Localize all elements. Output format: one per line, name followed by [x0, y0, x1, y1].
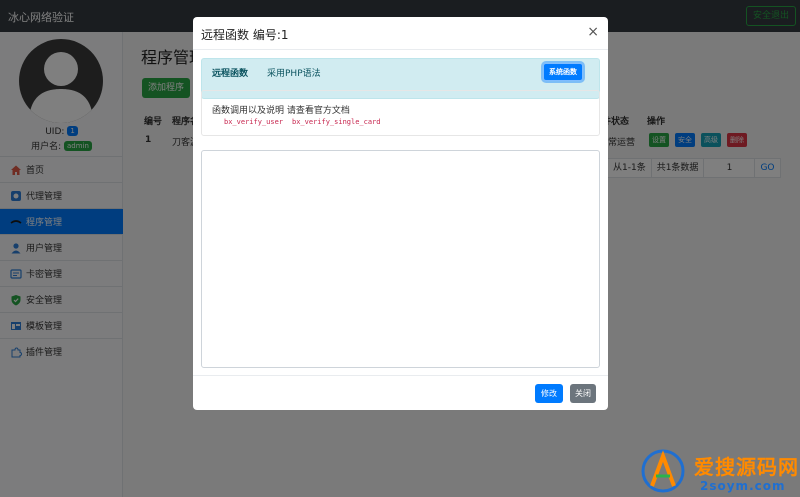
watermark-subtitle: 2soym.com: [700, 479, 786, 493]
code-textarea[interactable]: [201, 150, 600, 368]
edit-button[interactable]: 修改: [535, 384, 563, 403]
system-functions-button[interactable]: 系统函数: [543, 63, 583, 81]
function-code: bx_verify_single_card: [292, 118, 381, 126]
remote-function-modal: 远程函数 编号:1 × 远程函数 采用PHP语法 系统函数 函数调用以及说明 请…: [193, 17, 608, 410]
close-button[interactable]: 关闭: [570, 384, 596, 403]
site-watermark: 爱搜源码网 2soym.com: [640, 446, 800, 497]
modal-title: 远程函数 编号:1: [201, 28, 289, 42]
alert-heading: 远程函数: [212, 69, 249, 79]
alert-text: 采用PHP语法: [267, 69, 321, 79]
docs-card: 函数调用以及说明 请查看官方文档 bx_verify_user bx_verif…: [201, 90, 600, 136]
watermark-logo-icon: [641, 449, 685, 493]
modal-header: 远程函数 编号:1 ×: [193, 17, 608, 50]
function-code: bx_verify_user: [224, 118, 284, 126]
docs-text: 函数调用以及说明 请查看官方文档: [212, 106, 350, 116]
close-icon[interactable]: ×: [587, 25, 599, 39]
watermark-title: 爱搜源码网: [694, 455, 799, 479]
modal-footer: 修改 关闭: [193, 375, 608, 410]
